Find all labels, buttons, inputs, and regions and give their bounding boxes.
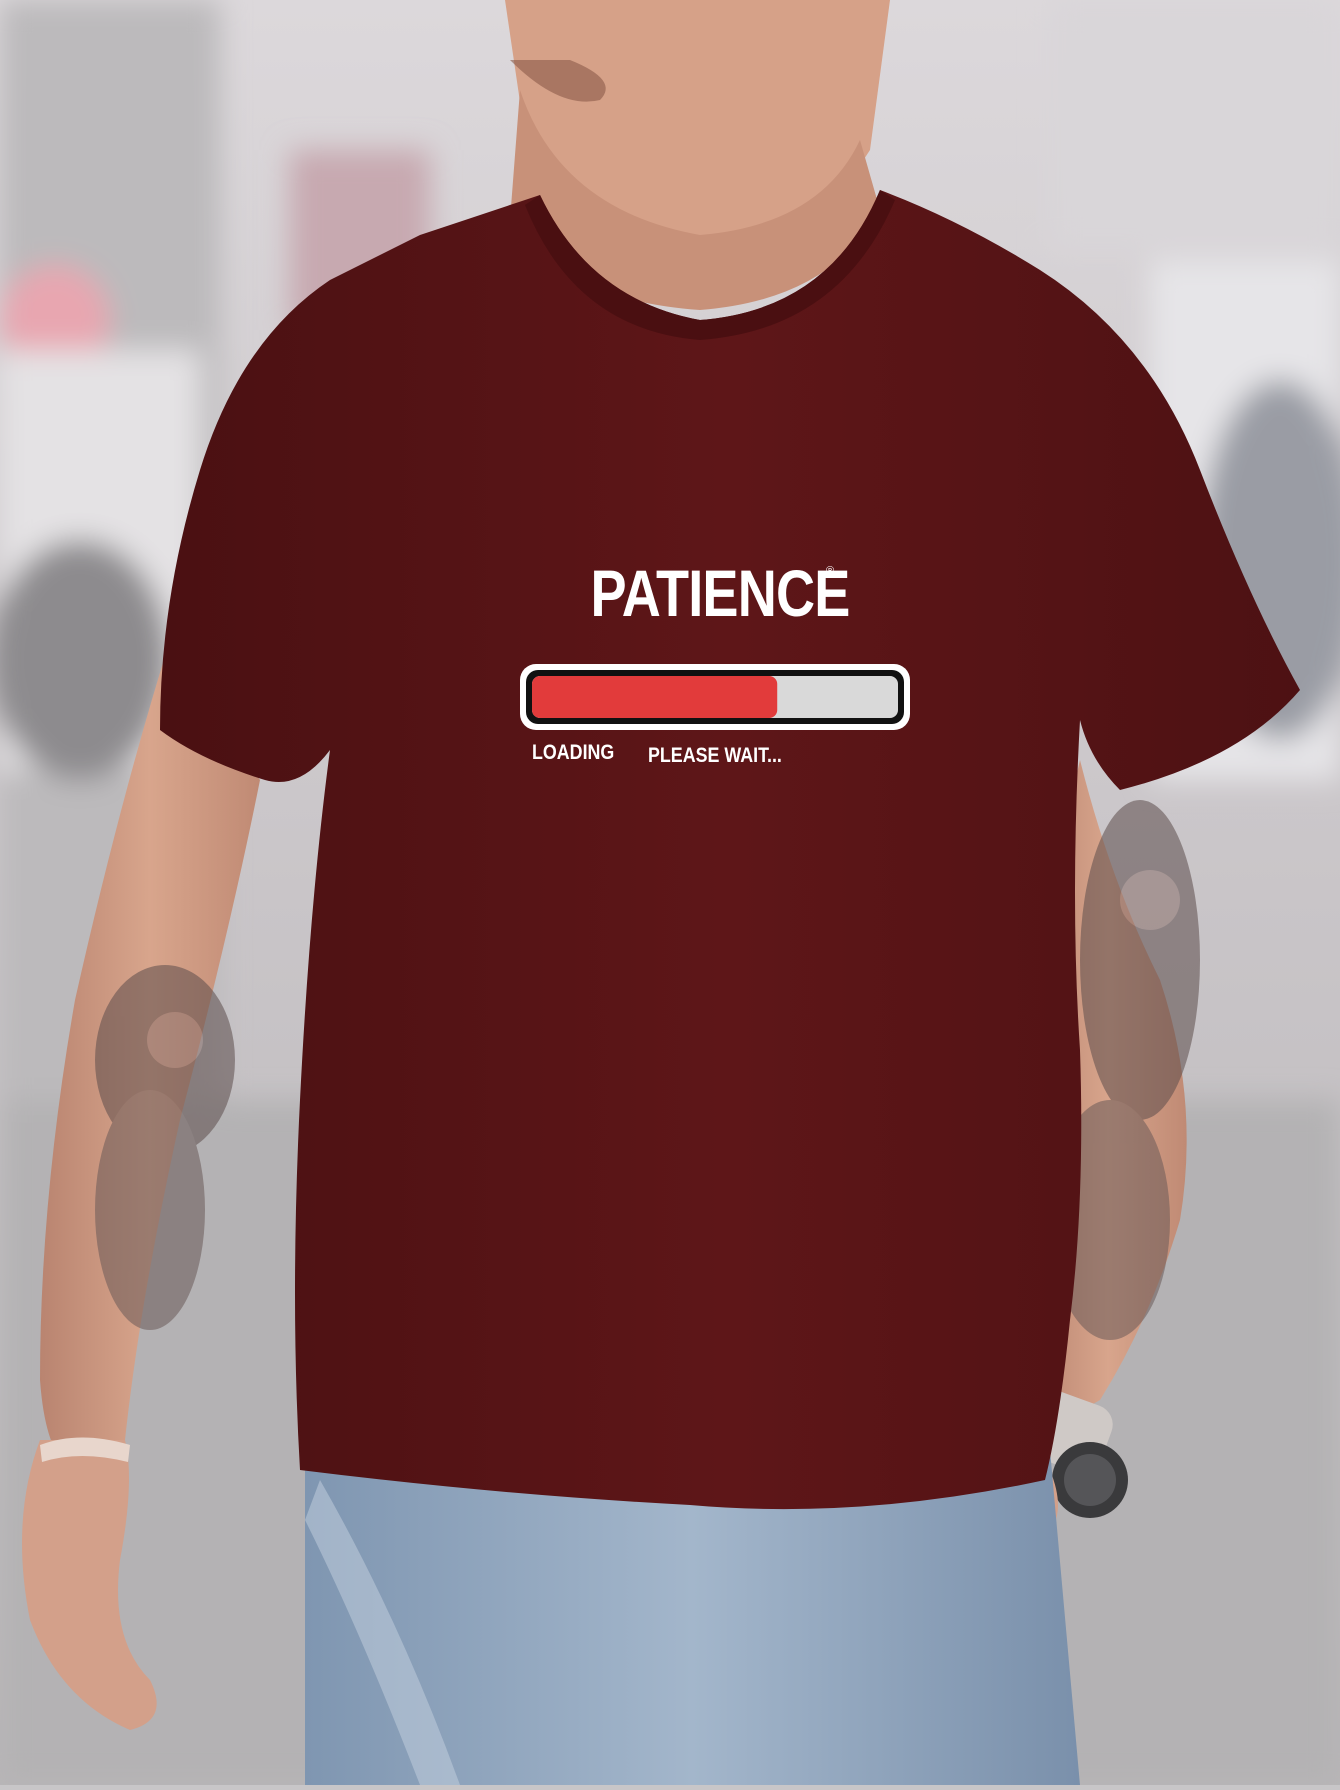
loading-bar bbox=[520, 664, 910, 730]
product-photo: PATIENCE ® LOADING PLEASE WAIT... bbox=[0, 0, 1340, 1785]
loading-label: LOADING bbox=[532, 741, 615, 764]
loading-bar-fill bbox=[532, 676, 778, 718]
photo-scene bbox=[0, 0, 1340, 1785]
registered-mark: ® bbox=[826, 565, 835, 577]
please-wait-label: PLEASE WAIT... bbox=[648, 744, 782, 767]
